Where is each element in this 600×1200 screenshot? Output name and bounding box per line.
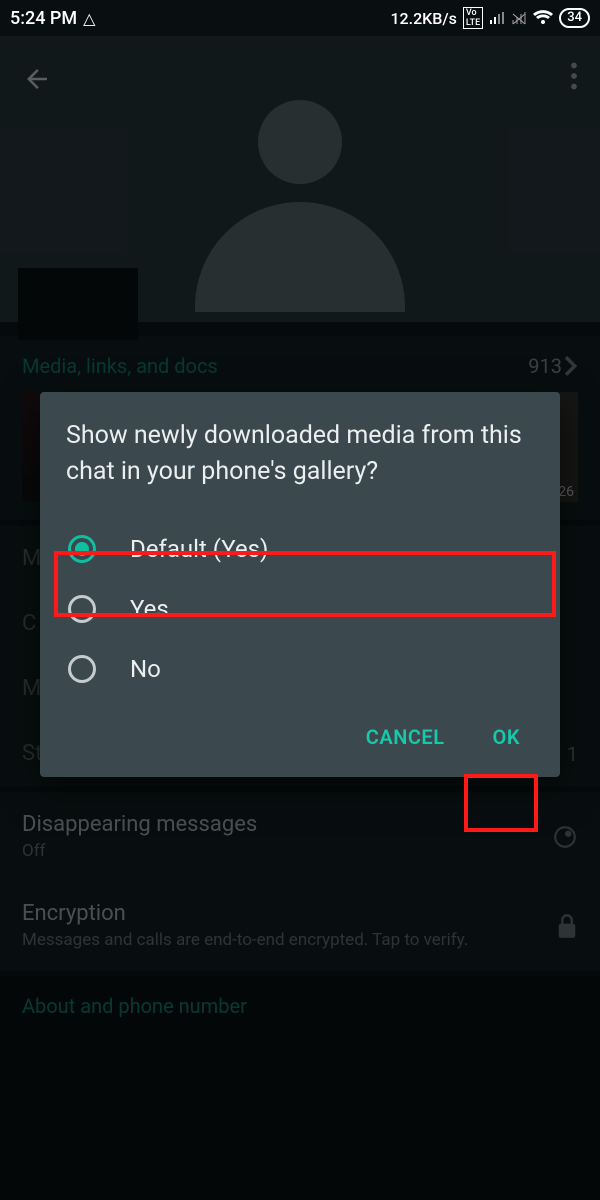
signal-icon — [489, 11, 505, 25]
dialog-title: Show newly downloaded media from this ch… — [66, 418, 534, 491]
option-yes[interactable]: Yes — [66, 581, 534, 637]
status-bar: 5:24 PM △ 12.2KB/s VoLTE 34 — [0, 0, 600, 36]
signal2-icon — [511, 11, 527, 25]
battery-indicator: 34 — [559, 8, 590, 28]
radio-selected-icon — [68, 535, 96, 563]
option-default[interactable]: Default (Yes) — [66, 521, 534, 577]
media-visibility-dialog: Show newly downloaded media from this ch… — [40, 392, 560, 777]
radio-icon — [68, 655, 96, 683]
wifi-icon — [533, 10, 553, 26]
radio-icon — [68, 595, 96, 623]
option-label: Yes — [130, 595, 169, 623]
option-no[interactable]: No — [66, 641, 534, 697]
warning-icon: △ — [83, 9, 95, 28]
net-speed: 12.2KB/s — [390, 9, 456, 28]
volte-icon: VoLTE — [463, 7, 483, 29]
option-label: No — [130, 655, 161, 683]
option-label: Default (Yes) — [130, 535, 268, 563]
ok-button[interactable]: OK — [479, 715, 534, 759]
cancel-button[interactable]: CANCEL — [352, 715, 459, 759]
status-time: 5:24 PM — [10, 8, 77, 29]
